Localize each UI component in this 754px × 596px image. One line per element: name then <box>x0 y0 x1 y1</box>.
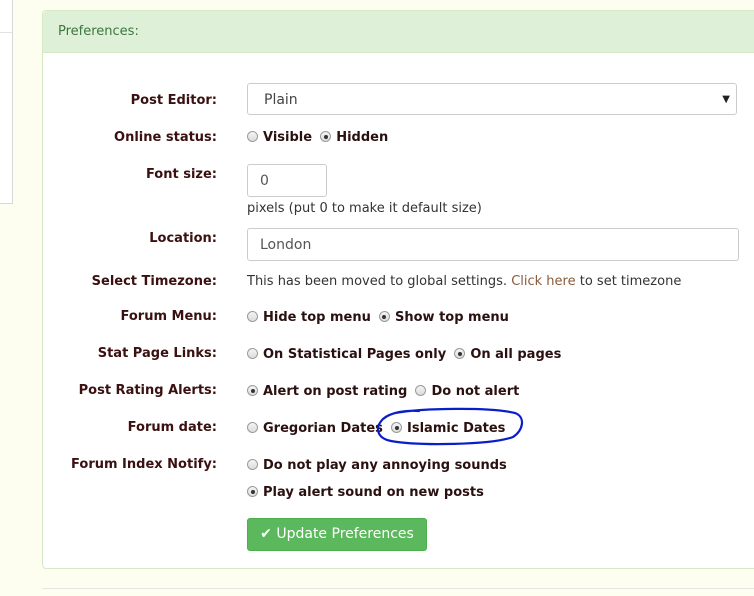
highlight-ellipse-annotation <box>376 407 523 446</box>
forum-date-label: Forum date: <box>127 420 217 435</box>
location-label: Location: <box>149 231 217 246</box>
left-sidebar-edge <box>0 0 13 204</box>
stat-links-statistical-label: On Statistical Pages only <box>263 347 447 362</box>
no-sound-radio[interactable] <box>247 459 258 470</box>
timezone-text-before: This has been moved to global settings. <box>247 274 508 289</box>
gregorian-dates-label: Gregorian Dates <box>263 421 383 436</box>
font-size-value: 0 <box>260 173 269 189</box>
stat-page-links-label: Stat Page Links: <box>97 346 217 361</box>
location-value: London <box>260 237 312 253</box>
font-size-help: pixels (put 0 to make it default size) <box>247 201 482 216</box>
check-icon: ✔ <box>260 526 272 542</box>
timezone-label: Select Timezone: <box>91 274 217 289</box>
gregorian-dates-radio[interactable] <box>247 422 258 433</box>
forum-menu-show-label: Show top menu <box>394 310 509 325</box>
stat-links-all-radio[interactable] <box>454 348 466 359</box>
post-editor-select[interactable]: Plain ▼ <box>247 83 737 115</box>
forum-menu-hide-radio[interactable] <box>247 311 258 322</box>
post-editor-label: Post Editor: <box>130 93 217 108</box>
alert-on-rating-radio[interactable] <box>247 385 258 396</box>
no-sound-label: Do not play any annoying sounds <box>263 458 507 473</box>
panel-heading: Preferences: <box>43 11 754 53</box>
online-status-visible-label: Visible <box>263 130 313 145</box>
chevron-down-icon: ▼ <box>722 94 730 105</box>
update-preferences-button[interactable]: ✔ Update Preferences <box>247 518 427 551</box>
alert-sound-radio[interactable] <box>247 486 258 497</box>
bottom-divider <box>42 588 754 589</box>
location-input[interactable]: London <box>247 228 739 261</box>
forum-menu-label: Forum Menu: <box>120 309 217 324</box>
post-rating-alerts-label: Post Rating Alerts: <box>78 383 217 398</box>
do-not-alert-radio[interactable] <box>415 385 427 396</box>
online-status-visible-radio[interactable] <box>247 131 258 142</box>
timezone-text-after: to set timezone <box>579 274 682 289</box>
alert-sound-label: Play alert sound on new posts <box>263 485 484 500</box>
post-editor-value: Plain <box>264 92 298 108</box>
preferences-panel: Preferences: Post Editor: Plain ▼ Online… <box>42 10 754 569</box>
update-preferences-label: Update Preferences <box>276 526 414 542</box>
online-status-label: Online status: <box>114 130 217 145</box>
font-size-input[interactable]: 0 <box>247 164 327 197</box>
stat-links-all-label: On all pages <box>470 347 562 362</box>
stat-links-statistical-radio[interactable] <box>247 348 258 359</box>
forum-menu-show-radio[interactable] <box>378 311 390 322</box>
timezone-settings-link[interactable]: Click here <box>511 274 575 289</box>
font-size-label: Font size: <box>145 167 217 182</box>
do-not-alert-label: Do not alert <box>431 384 520 399</box>
forum-index-notify-label: Forum Index Notify: <box>71 457 217 472</box>
alert-on-rating-label: Alert on post rating <box>263 384 408 399</box>
forum-menu-hide-label: Hide top menu <box>263 310 371 325</box>
online-status-hidden-radio[interactable] <box>320 131 332 142</box>
online-status-hidden-label: Hidden <box>336 130 389 145</box>
